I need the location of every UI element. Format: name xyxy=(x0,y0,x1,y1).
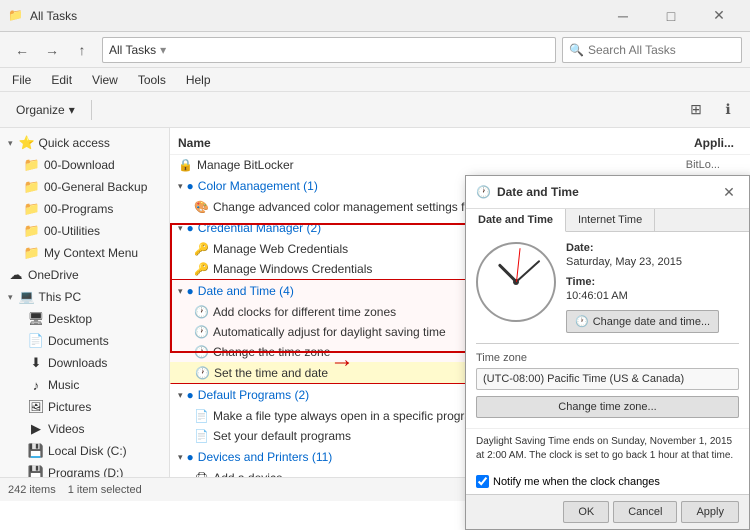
change-date-btn-label: Change date and time... xyxy=(593,316,710,328)
tab-date-time[interactable]: Date and Time xyxy=(466,209,566,232)
ok-button[interactable]: OK xyxy=(563,501,609,523)
time-label: Time: xyxy=(566,276,739,288)
hour-hand xyxy=(497,263,517,283)
notify-section: Notify me when the clock changes xyxy=(466,469,749,494)
cancel-button[interactable]: Cancel xyxy=(613,501,677,523)
date-time-info: Date: Saturday, May 23, 2015 Time: 10:46… xyxy=(566,242,739,333)
dialog-time-section: Date: Saturday, May 23, 2015 Time: 10:46… xyxy=(476,242,739,333)
clock-face xyxy=(476,242,556,322)
apply-button[interactable]: Apply xyxy=(681,501,739,523)
date-value: Saturday, May 23, 2015 xyxy=(566,256,739,268)
tab-internet-time[interactable]: Internet Time xyxy=(566,209,655,231)
dialog-close-button[interactable]: ✕ xyxy=(719,182,739,202)
timezone-section: Time zone (UTC-08:00) Pacific Time (US &… xyxy=(476,343,739,418)
clock-btn-icon: 🕐 xyxy=(575,315,589,328)
dialog-main-content: Date: Saturday, May 23, 2015 Time: 10:46… xyxy=(466,232,749,428)
tab-label: Date and Time xyxy=(478,214,553,226)
change-timezone-button[interactable]: Change time zone... xyxy=(476,396,739,418)
tz-label: Time zone xyxy=(476,352,739,364)
date-time-dialog: 🕐 Date and Time ✕ Date and Time Internet… xyxy=(465,175,750,530)
tz-value: (UTC-08:00) Pacific Time (US & Canada) xyxy=(476,368,739,390)
dialog-footer: OK Cancel Apply xyxy=(466,494,749,529)
date-label: Date: xyxy=(566,242,739,254)
notify-label: Notify me when the clock changes xyxy=(493,476,660,488)
change-date-time-button[interactable]: 🕐 Change date and time... xyxy=(566,310,719,333)
time-value: 10:46:01 AM xyxy=(566,290,739,302)
dialog-title-bar: 🕐 Date and Time ✕ xyxy=(466,176,749,209)
dst-notice: Daylight Saving Time ends on Sunday, Nov… xyxy=(466,428,749,469)
notify-checkbox[interactable] xyxy=(476,475,489,488)
tab-label: Internet Time xyxy=(578,214,642,226)
dialog-overlay: 🕐 Date and Time ✕ Date and Time Internet… xyxy=(0,0,750,501)
minute-hand xyxy=(515,260,540,283)
dialog-tabs: Date and Time Internet Time xyxy=(466,209,749,232)
dialog-title-icon: 🕐 xyxy=(476,185,491,199)
dialog-title: Date and Time xyxy=(497,185,579,199)
